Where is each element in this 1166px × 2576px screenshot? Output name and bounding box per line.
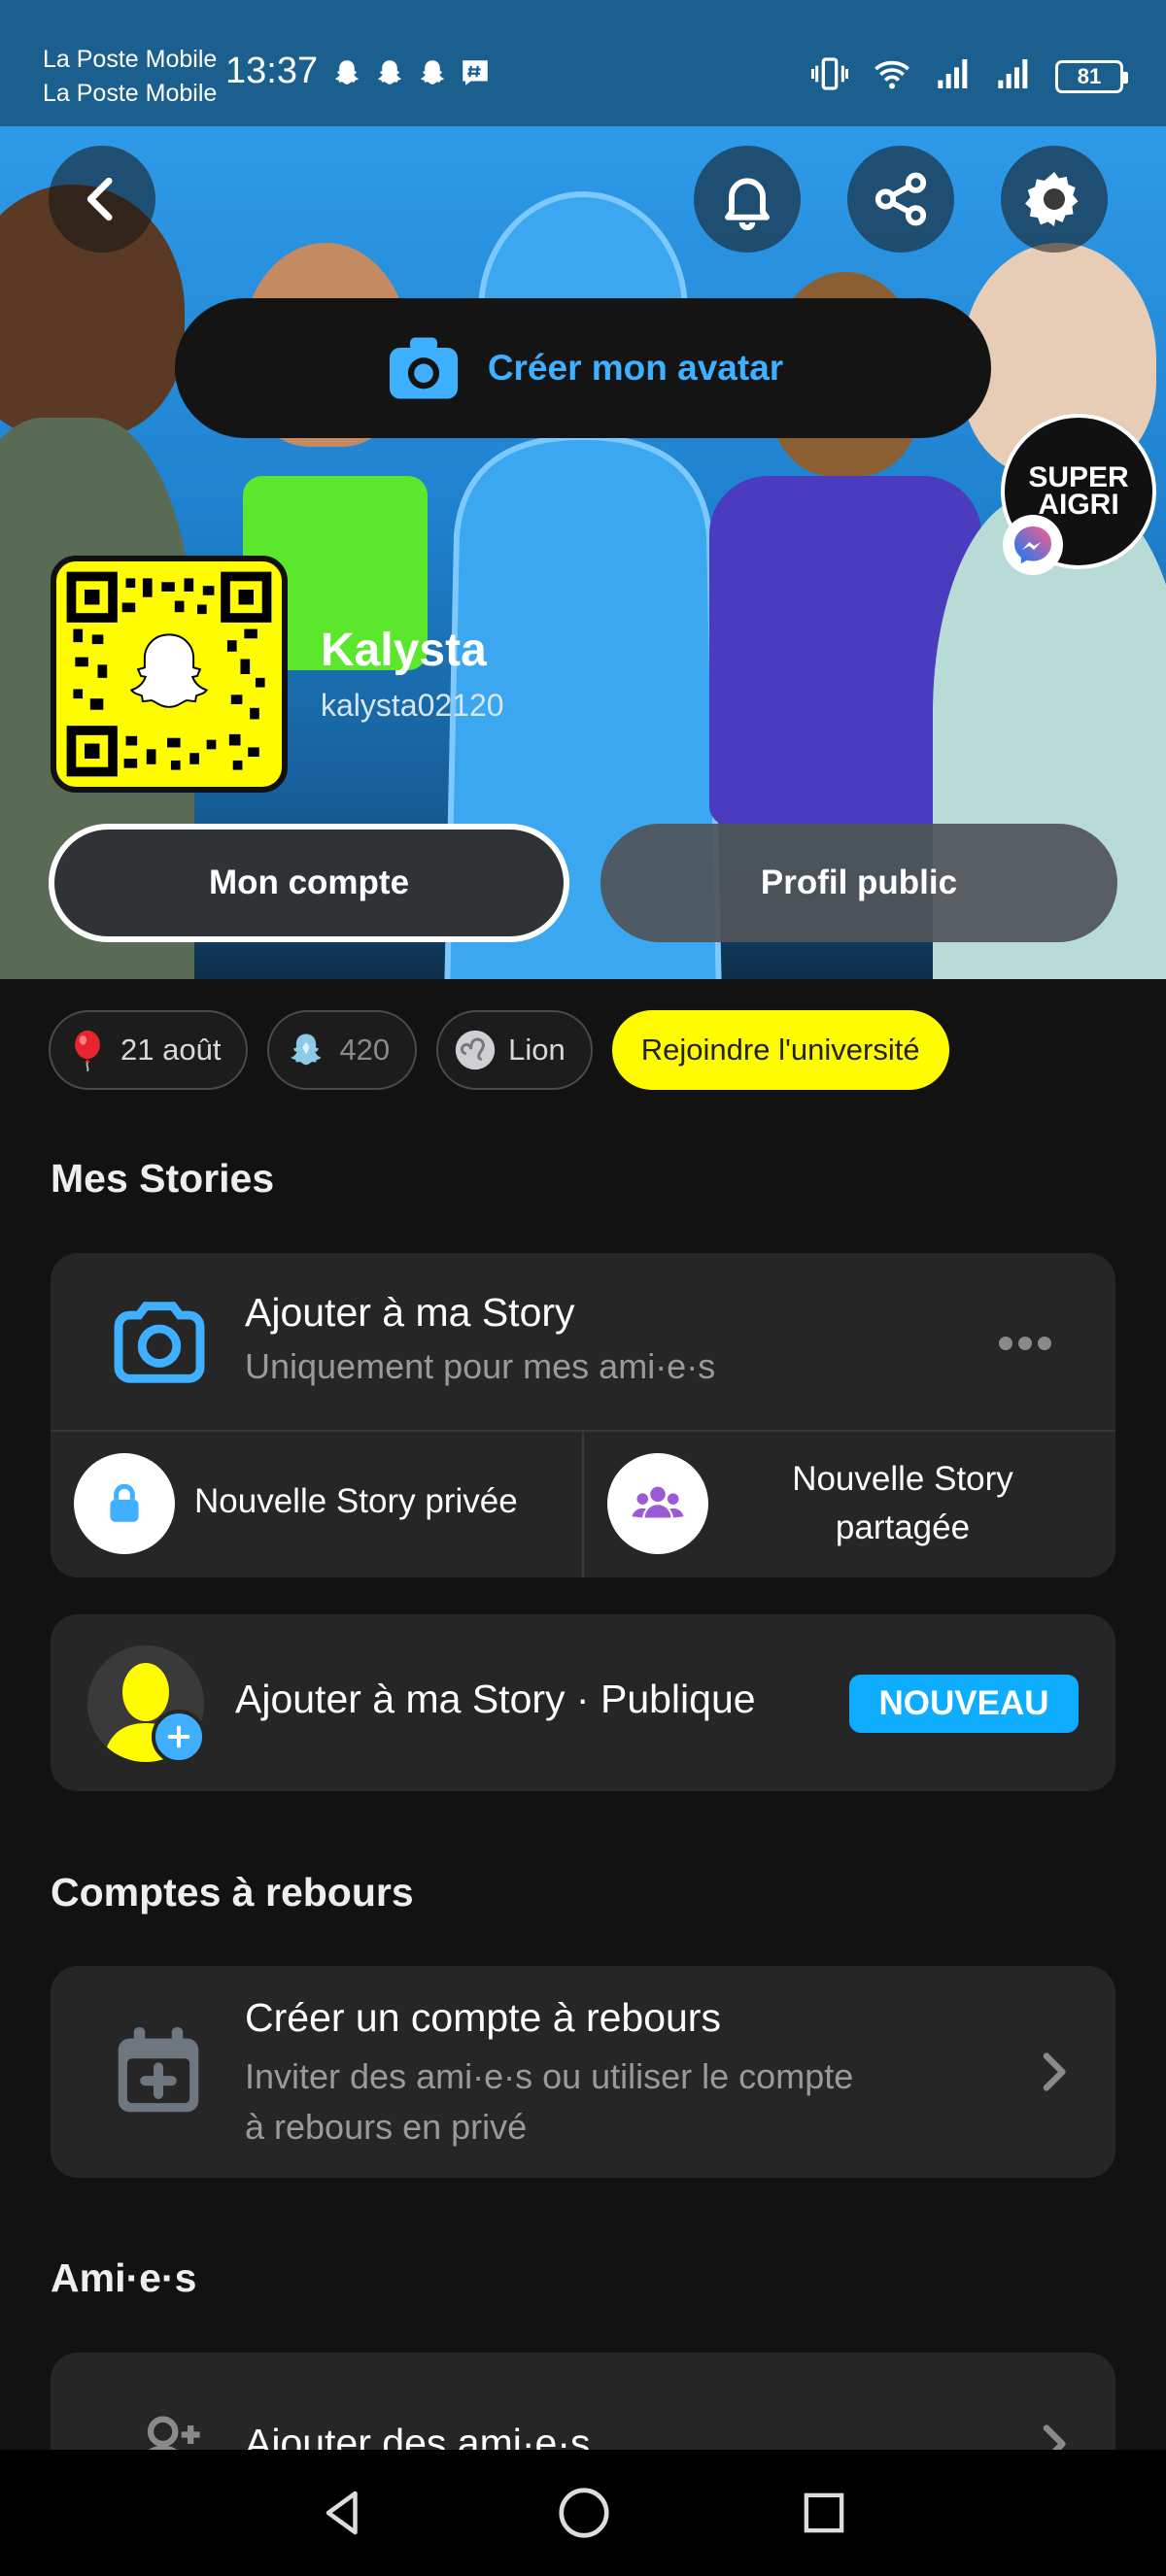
add-to-story-subtitle: Uniquement pour mes ami·e·s (245, 1346, 716, 1386)
hashtag-icon (459, 56, 492, 89)
shared-story-label-line1: Nouvelle Story (792, 1460, 1013, 1498)
public-profile-button[interactable]: Profil public (600, 824, 1117, 942)
snapchat-ghost-icon (330, 56, 363, 89)
share-button[interactable] (847, 146, 954, 253)
chevron-right-icon (1043, 2052, 1066, 2091)
shared-story-label-line2: partagée (835, 1508, 971, 1546)
create-countdown-subtitle-line2: à rebours en privé (245, 2107, 528, 2147)
profile-header: Créer mon avatar SUPER AIGRI Kalysta kal… (0, 126, 1166, 979)
shared-story-button[interactable]: Nouvelle Story partagée (584, 1432, 1115, 1577)
back-button[interactable] (49, 146, 155, 253)
create-avatar-label: Créer mon avatar (487, 348, 784, 388)
snapchat-ghost-icon (416, 56, 449, 89)
qr-code-icon (66, 571, 272, 777)
system-navigation-bar (0, 2450, 1166, 2576)
gear-icon (1025, 171, 1079, 227)
chevron-left-icon (86, 177, 113, 221)
birthday-label: 21 août (120, 1033, 222, 1067)
zodiac-label: Lion (508, 1033, 566, 1067)
recents-square-icon[interactable] (796, 2485, 852, 2541)
notification-icons (330, 56, 492, 89)
ghost-score-icon (285, 1029, 327, 1071)
carrier-1: La Poste Mobile (43, 46, 218, 73)
signal-icon (935, 54, 974, 98)
camera-outline-icon (114, 1302, 205, 1383)
more-options-icon[interactable] (999, 1337, 1051, 1350)
wifi-icon (871, 54, 913, 98)
battery-indicator: 81 (1055, 59, 1128, 93)
snap-score-label: 420 (339, 1033, 391, 1067)
snapchat-ghost-icon (373, 56, 406, 89)
create-countdown-title: Créer un compte à rebours (245, 1995, 721, 2040)
system-icons: 81 (810, 54, 1128, 98)
bell-icon (725, 178, 770, 230)
shared-story-label: Nouvelle Story partagée (728, 1455, 1078, 1552)
birthday-chip[interactable]: 21 août (49, 1010, 249, 1090)
add-to-story-title: Ajouter à ma Story (245, 1290, 575, 1335)
my-story-card: Ajouter à ma Story Uniquement pour mes a… (51, 1253, 1115, 1577)
create-countdown-subtitle: Inviter des ami·e·s ou utiliser le compt… (245, 2051, 853, 2152)
create-avatar-button[interactable]: Créer mon avatar (175, 298, 991, 438)
stories-section-title: Mes Stories (51, 1156, 275, 1201)
join-university-label: Rejoindre l'université (640, 1033, 920, 1067)
profile-chips: 21 août 420 Lion Rejoindre l'université (49, 1010, 949, 1090)
public-story-label: Ajouter à ma Story · Publique (235, 1677, 756, 1721)
create-countdown-subtitle-line1: Inviter des ami·e·s ou utiliser le compt… (245, 2056, 854, 2096)
lock-icon (74, 1453, 175, 1554)
home-circle-icon[interactable] (554, 2483, 614, 2543)
public-story-card[interactable]: Ajouter à ma Story · Publique NOUVEAU (51, 1614, 1115, 1791)
back-triangle-icon[interactable] (314, 2484, 372, 2542)
zodiac-chip[interactable]: Lion (436, 1010, 593, 1090)
clock: 13:37 (225, 51, 319, 91)
carrier-2: La Poste Mobile (43, 80, 218, 107)
snapcode[interactable] (51, 556, 288, 793)
leo-zodiac-icon (454, 1029, 497, 1071)
badge-logo-text: SUPER AIGRI (1028, 461, 1129, 521)
camera-icon (389, 337, 458, 399)
balloon-icon (66, 1029, 109, 1071)
new-badge: NOUVEAU (849, 1675, 1079, 1733)
join-university-chip[interactable]: Rejoindre l'université (611, 1010, 949, 1090)
private-story-label: Nouvelle Story privée (194, 1482, 518, 1520)
settings-button[interactable] (1001, 146, 1108, 253)
add-to-story-row[interactable]: Ajouter à ma Story Uniquement pour mes a… (51, 1253, 1115, 1430)
share-icon (874, 172, 927, 226)
profile-username: kalysta02120 (321, 688, 504, 723)
messenger-icon (1003, 515, 1063, 575)
group-icon (607, 1453, 708, 1554)
private-story-button[interactable]: Nouvelle Story privée (51, 1432, 582, 1577)
friends-section-title: Ami·e·s (51, 2255, 197, 2300)
my-account-button[interactable]: Mon compte (49, 824, 569, 942)
add-plus-icon (152, 1710, 206, 1764)
signal-icon (995, 54, 1034, 98)
calendar-add-icon (118, 2027, 199, 2113)
snap-score-chip[interactable]: 420 (267, 1010, 418, 1090)
carrier-names: La Poste Mobile La Poste Mobile (43, 43, 217, 111)
notifications-button[interactable] (694, 146, 801, 253)
vibrate-icon (810, 54, 849, 98)
profile-display-name: Kalysta (321, 625, 487, 676)
countdowns-section-title: Comptes à rebours (51, 1870, 414, 1915)
status-bar: La Poste Mobile La Poste Mobile 13:37 81 (0, 0, 1166, 126)
create-countdown-card[interactable]: Créer un compte à rebours Inviter des am… (51, 1966, 1115, 2178)
